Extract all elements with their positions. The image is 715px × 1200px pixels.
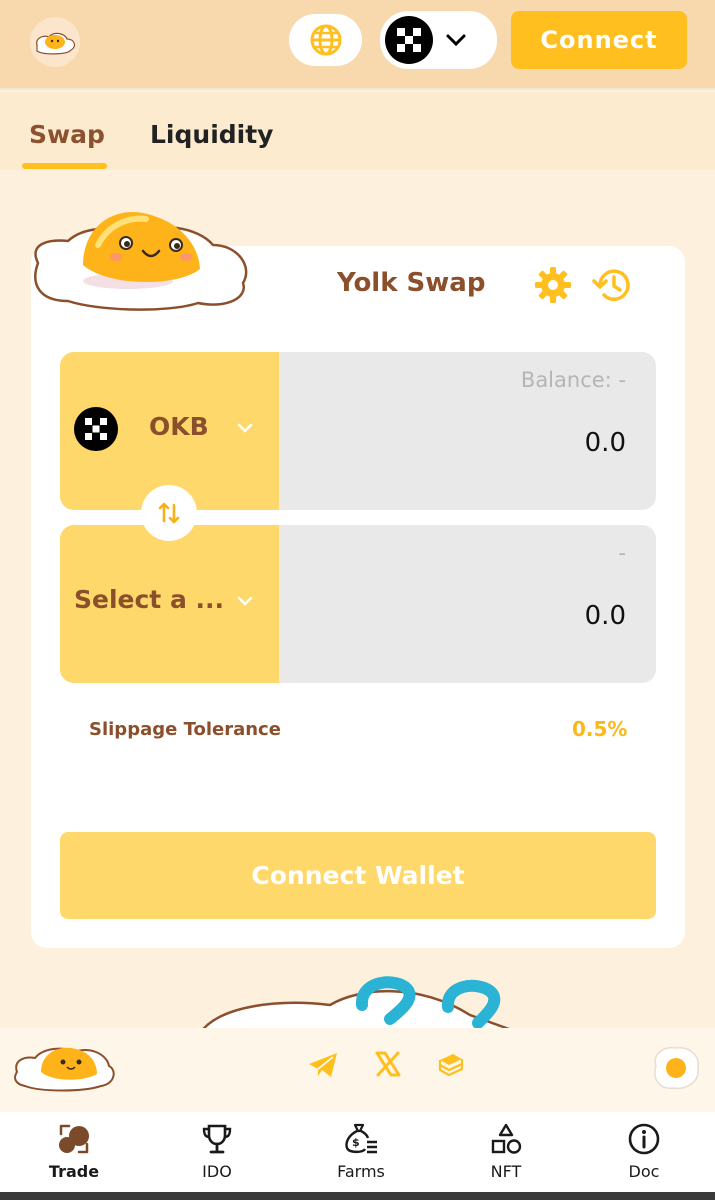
x-twitter-link[interactable] xyxy=(372,1048,404,1080)
from-token-name: OKB xyxy=(149,412,209,441)
slippage-value[interactable]: 0.5% xyxy=(572,717,627,741)
question-egg-decoration xyxy=(198,976,521,1035)
to-token-selector[interactable]: Select a ... xyxy=(60,525,279,683)
to-balance: - xyxy=(618,541,626,565)
telegram-link[interactable] xyxy=(306,1048,340,1082)
egg-footer-logo xyxy=(14,1047,115,1092)
connect-wallet-button[interactable]: Connect Wallet xyxy=(60,832,656,919)
to-token-name: Select a ... xyxy=(74,585,225,614)
from-balance: Balance: - xyxy=(520,368,626,392)
language-button[interactable] xyxy=(289,14,362,66)
okb-token-icon xyxy=(74,407,118,451)
egg-mascot-image xyxy=(34,211,248,311)
chain-selector[interactable] xyxy=(380,11,497,69)
nav-item-doc[interactable]: Doc xyxy=(589,1122,699,1181)
swap-arrows-icon xyxy=(158,502,180,524)
nav-item-nft[interactable]: NFT xyxy=(451,1122,561,1181)
tab-bar: Swap Liquidity xyxy=(0,92,715,170)
active-tab-indicator xyxy=(22,163,107,169)
money-bag-icon: $ xyxy=(345,1123,377,1154)
fried-egg-icon xyxy=(654,1046,699,1090)
nav-label-nft: NFT xyxy=(490,1162,522,1181)
chevron-down-icon xyxy=(237,423,253,433)
tab-swap[interactable]: Swap xyxy=(29,120,105,149)
chevron-down-icon xyxy=(237,596,253,606)
to-amount-input[interactable]: 0.0 xyxy=(585,601,626,631)
svg-text:$: $ xyxy=(352,1136,360,1149)
card-title: Yolk Swap xyxy=(337,268,486,298)
footer-socials-bar xyxy=(0,1028,715,1112)
nav-label-ido: IDO xyxy=(202,1162,232,1181)
telegram-icon xyxy=(309,1053,337,1077)
gear-icon xyxy=(535,267,571,303)
okb-chain-icon xyxy=(385,16,433,64)
swap-direction-button[interactable] xyxy=(141,485,197,541)
bottom-navigation: Trade IDO $ Farms NFT Doc xyxy=(0,1112,715,1192)
chevron-down-icon xyxy=(446,34,466,47)
connect-button[interactable]: Connect xyxy=(511,11,687,69)
nav-label-farms: Farms xyxy=(337,1162,385,1181)
top-header: Connect xyxy=(0,0,715,90)
nav-item-farms[interactable]: $ Farms xyxy=(306,1122,416,1181)
settings-button[interactable] xyxy=(533,265,573,305)
history-button[interactable] xyxy=(590,264,634,306)
info-icon xyxy=(628,1123,660,1155)
from-token-panel: OKB Balance: - 0.0 xyxy=(60,352,656,510)
book-stack-icon xyxy=(438,1054,464,1077)
nav-item-trade[interactable]: Trade xyxy=(19,1122,129,1181)
nav-label-trade: Trade xyxy=(48,1162,100,1181)
history-icon xyxy=(592,269,630,301)
nav-label-doc: Doc xyxy=(628,1162,660,1181)
trade-icon xyxy=(59,1124,89,1154)
nav-item-ido[interactable]: IDO xyxy=(162,1122,272,1181)
system-home-bar xyxy=(0,1192,715,1200)
tab-liquidity[interactable]: Liquidity xyxy=(150,120,273,149)
to-token-panel: Select a ... - 0.0 xyxy=(60,525,656,683)
globe-icon xyxy=(310,24,341,56)
gitbook-link[interactable] xyxy=(435,1048,467,1080)
shapes-icon xyxy=(491,1123,522,1154)
trophy-icon xyxy=(202,1124,232,1154)
slippage-label: Slippage Tolerance xyxy=(89,719,281,740)
from-amount-input[interactable]: 0.0 xyxy=(585,428,626,458)
yolk-logo[interactable] xyxy=(30,17,80,67)
x-icon xyxy=(375,1051,401,1077)
